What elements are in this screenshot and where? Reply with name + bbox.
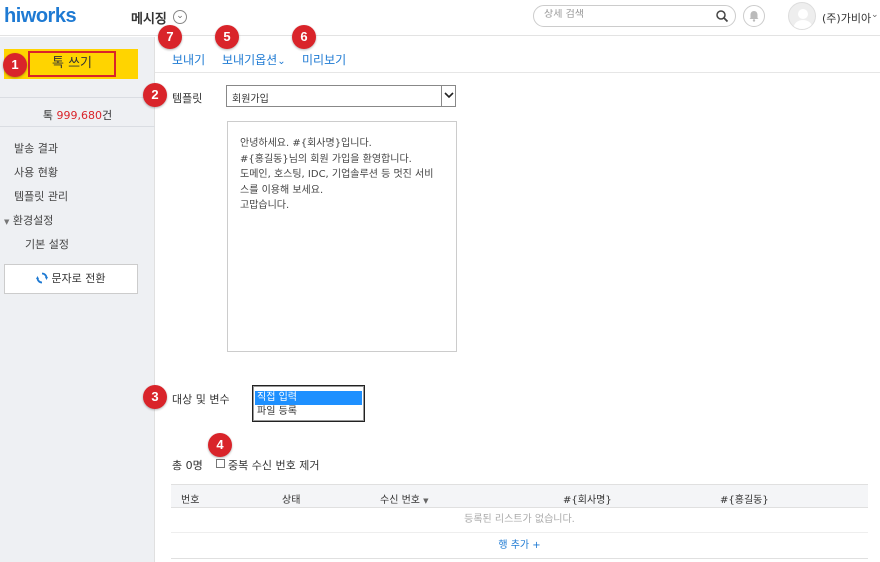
sidebar-divider <box>0 126 155 127</box>
target-variables-label: 대상 및 변수 <box>172 393 230 406</box>
app-title[interactable]: 메시징 <box>131 8 167 27</box>
search-icon[interactable] <box>715 9 729 23</box>
sort-caret-icon: ▼ <box>423 497 429 505</box>
template-preview-line: 도메인, 호스팅, IDC, 기업솔루션 등 멋진 서비 <box>240 169 434 180</box>
user-menu-chevron-icon[interactable]: ⌄ <box>871 10 879 20</box>
chevron-down-icon <box>441 86 455 106</box>
sidebar-divider <box>0 97 155 98</box>
column-header-name-var: #{홍길동} <box>720 495 769 506</box>
annotation-badge: 4 <box>208 433 232 457</box>
notification-bell-button[interactable] <box>743 5 765 27</box>
tab-send-options[interactable]: 보내기옵션⌄ <box>222 51 286 68</box>
dedupe-checkbox[interactable] <box>216 459 225 468</box>
column-header-number: 번호 <box>181 495 200 506</box>
recipient-total-count: 총 0명 <box>172 459 203 472</box>
annotation-badge: 1 <box>3 53 27 77</box>
empty-list-message: 등록된 리스트가 없습니다. <box>171 508 868 533</box>
annotation-badge: 5 <box>215 25 239 49</box>
write-talk-button-label: 톡 쓰기 <box>28 51 116 77</box>
template-preview-line: 고맙습니다. <box>240 200 290 211</box>
sidebar-item-send-results[interactable]: 발송 결과 <box>14 140 58 156</box>
dedupe-label[interactable]: 중복 수신 번호 제거 <box>228 457 319 473</box>
tab-divider <box>155 72 880 73</box>
column-header-company-var: #{회사명} <box>563 495 612 506</box>
column-header-phone-label: 수신 번호 <box>380 495 420 506</box>
annotation-badge: 2 <box>143 83 167 107</box>
option-file-upload[interactable]: 파일 등록 <box>255 405 362 419</box>
search-input[interactable] <box>544 9 714 20</box>
add-row-button[interactable]: 행 추가 + <box>171 533 868 559</box>
annotation-badge: 3 <box>143 385 167 409</box>
user-silhouette-icon <box>793 9 813 29</box>
search-box <box>533 5 736 27</box>
avatar[interactable] <box>788 2 816 30</box>
top-header: hiworks 메시징 ⌄ (주)가비아 ⌄ <box>0 0 880 36</box>
sidebar-item-usage[interactable]: 사용 현황 <box>14 164 58 180</box>
talk-balance: 톡 999,680건 <box>0 107 155 123</box>
template-select-value: 회원가입 <box>232 94 269 105</box>
switch-to-sms-button[interactable]: 문자로 전환 <box>4 264 138 294</box>
template-select[interactable]: 회원가입 <box>226 85 456 107</box>
tab-preview[interactable]: 미리보기 <box>302 51 346 68</box>
balance-suffix: 건 <box>102 109 113 122</box>
sidebar-item-template-management[interactable]: 템플릿 관리 <box>14 188 68 204</box>
annotation-badge: 6 <box>292 25 316 49</box>
template-preview-line: #{홍길동}님의 회원 가입을 환영합니다. <box>240 153 412 165</box>
option-direct-input[interactable]: 직접 입력 <box>255 391 362 405</box>
caret-down-icon: ▼ <box>4 218 10 226</box>
sidebar-item-basic-settings[interactable]: 기본 설정 <box>25 236 69 252</box>
refresh-icon <box>36 272 49 284</box>
tab-send-options-label: 보내기옵션 <box>222 53 278 67</box>
user-name[interactable]: (주)가비아 <box>822 10 871 26</box>
switch-button-label: 문자로 전환 <box>51 272 106 285</box>
tab-send[interactable]: 보내기 <box>172 51 205 68</box>
hiworks-logo[interactable]: hiworks <box>4 5 77 28</box>
template-preview-line: 스를 이용해 보세요. <box>240 184 324 196</box>
sidebar: 톡 쓰기 톡 999,680건 발송 결과 사용 현황 템플릿 관리 ▼ 환경설… <box>0 37 155 562</box>
chevron-down-icon[interactable]: ⌄ <box>173 10 187 24</box>
column-header-status: 상태 <box>282 495 301 506</box>
column-header-phone[interactable]: 수신 번호 ▼ <box>380 491 429 506</box>
table-header-row: 번호 상태 수신 번호 ▼ #{회사명} #{홍길동} <box>171 484 868 508</box>
target-method-listbox[interactable]: 직접 입력 파일 등록 <box>252 385 365 422</box>
balance-prefix: 톡 <box>42 109 57 122</box>
bell-icon <box>749 11 759 22</box>
template-preview-box: 안녕하세요. #{회사명}입니다. #{홍길동}님의 회원 가입을 환영합니다.… <box>227 121 457 352</box>
template-preview-line: 안녕하세요. #{회사명}입니다. <box>240 138 372 149</box>
balance-value: 999,680 <box>56 109 103 122</box>
template-label: 템플릿 <box>172 92 203 105</box>
annotation-badge: 7 <box>158 25 182 49</box>
settings-group-label: 환경설정 <box>12 214 54 227</box>
chevron-down-icon: ⌄ <box>277 56 286 67</box>
sidebar-group-settings[interactable]: ▼ 환경설정 <box>4 212 53 228</box>
